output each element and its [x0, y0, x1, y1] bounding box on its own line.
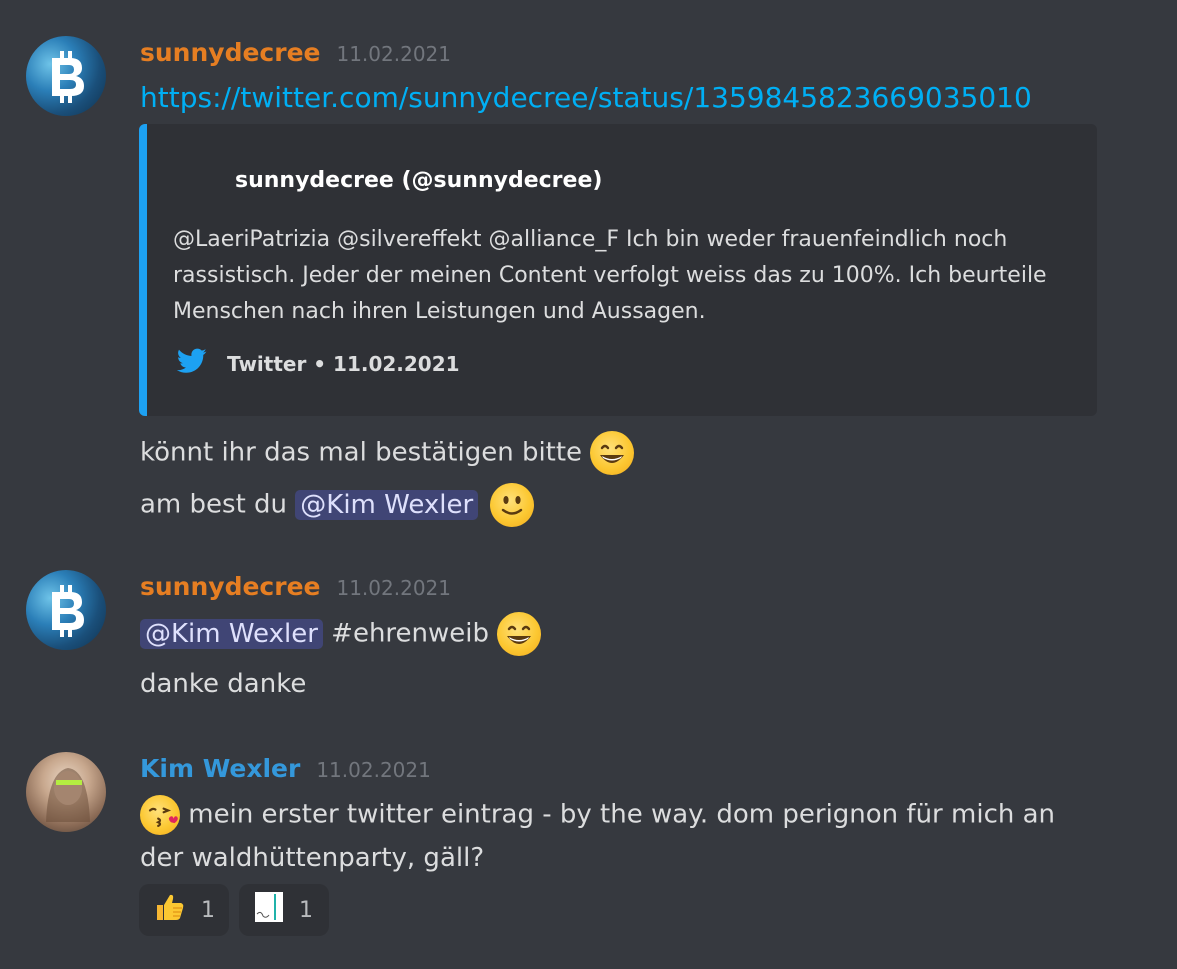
- reaction-count: 1: [201, 897, 215, 923]
- user-mention[interactable]: @Kim Wexler: [140, 618, 323, 649]
- slightly-smiling-emoji-icon[interactable]: [490, 483, 535, 527]
- bitcoin-icon: [52, 585, 84, 637]
- message-line: am best du @Kim Wexler: [140, 483, 535, 527]
- message-line: danke danke: [140, 666, 306, 702]
- twitter-embed: sunnydecree (@sunnydecree) @LaeriPatrizi…: [139, 124, 1097, 416]
- timestamp[interactable]: 11.02.2021: [336, 42, 451, 66]
- grinning-emoji-icon[interactable]: [590, 431, 635, 475]
- username[interactable]: sunnydecree: [140, 572, 320, 601]
- username[interactable]: Kim Wexler: [140, 754, 300, 783]
- username[interactable]: sunnydecree: [140, 38, 320, 67]
- embed-author[interactable]: sunnydecree (@sunnydecree): [235, 168, 602, 193]
- reactions-bar: 1 1: [139, 884, 339, 936]
- chat-view: sunnydecree 11.02.2021 https://twitter.c…: [0, 0, 1177, 969]
- hashtag-text: #ehrenweib: [331, 618, 489, 649]
- reaction-chart-sticker[interactable]: 1: [239, 884, 329, 936]
- message-header: Kim Wexler 11.02.2021: [140, 754, 431, 783]
- twitter-link[interactable]: https://twitter.com/sunnydecree/status/1…: [140, 81, 1032, 114]
- message-text: am best du: [140, 489, 288, 520]
- kissing-face-emoji-icon[interactable]: [140, 795, 180, 835]
- message-header: sunnydecree 11.02.2021: [140, 572, 451, 601]
- user-mention[interactable]: @Kim Wexler: [295, 489, 479, 520]
- message-line: https://twitter.com/sunnydecree/status/1…: [140, 80, 1032, 116]
- chart-sticker-icon: [253, 890, 285, 930]
- message-text: danke danke: [140, 669, 307, 699]
- reaction-thumbs-up[interactable]: 1: [139, 884, 229, 936]
- avatar[interactable]: [26, 570, 106, 650]
- twitter-icon: [176, 348, 207, 379]
- embed-description: @LaeriPatrizia @silvereffekt @alliance_F…: [173, 227, 1047, 324]
- grinning-emoji-icon[interactable]: [497, 612, 542, 656]
- message-header: sunnydecree 11.02.2021: [140, 38, 451, 67]
- message-text: mein erster twitter eintrag - by the way…: [188, 799, 1056, 830]
- message-line: @Kim Wexler #ehrenweib: [140, 612, 542, 656]
- thumbs-up-icon: [153, 890, 187, 930]
- avatar[interactable]: [26, 36, 106, 116]
- message-line: der waldhüttenparty, gäll?: [140, 840, 484, 876]
- message-text: könnt ihr das mal bestätigen bitte: [140, 437, 583, 468]
- message-line: könnt ihr das mal bestätigen bitte: [140, 431, 635, 475]
- message-line: mein erster twitter eintrag - by the way…: [140, 795, 1055, 835]
- timestamp[interactable]: 11.02.2021: [316, 758, 431, 782]
- embed-footer-text: Twitter • 11.02.2021: [227, 351, 460, 376]
- reaction-count: 1: [299, 897, 313, 923]
- message-text: der waldhüttenparty, gäll?: [140, 843, 485, 873]
- embed-footer: Twitter • 11.02.2021: [176, 348, 460, 379]
- profile-photo-icon: [46, 768, 90, 822]
- timestamp[interactable]: 11.02.2021: [336, 576, 451, 600]
- bitcoin-icon: [52, 51, 84, 103]
- avatar[interactable]: [26, 752, 106, 832]
